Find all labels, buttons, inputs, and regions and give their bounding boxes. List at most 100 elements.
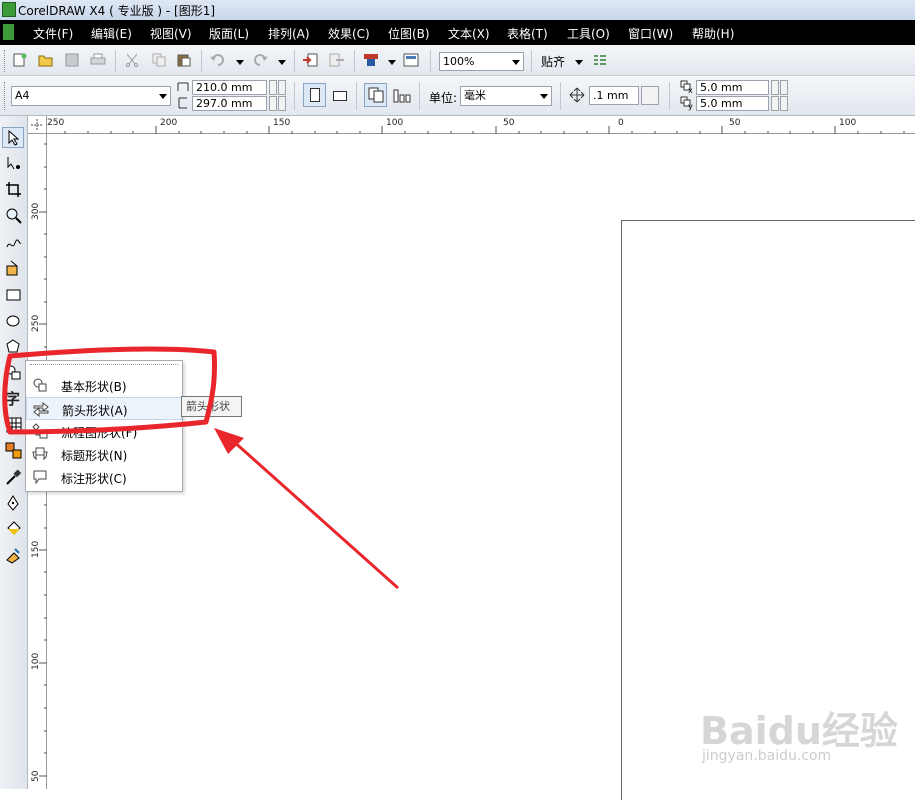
coreldraw-app-icon	[2, 2, 16, 17]
launcher-dropdown-chevron-icon[interactable]	[388, 60, 396, 65]
units-value: 毫米	[464, 89, 486, 102]
pick-tool-button[interactable]	[2, 127, 24, 148]
redo-icon[interactable]	[252, 53, 268, 67]
menu-arrange[interactable]: 排列(A)	[268, 25, 310, 42]
toolbar-separator	[531, 50, 532, 72]
paper-size-chevron-icon[interactable]	[159, 94, 167, 99]
import-icon[interactable]	[303, 53, 319, 67]
menu-layout[interactable]: 版面(L)	[209, 25, 249, 42]
window-title: CorelDRAW X4 ( 专业版 ) - [图形1]	[18, 4, 216, 18]
nudge-distance-field[interactable]: .1 mm	[589, 86, 639, 105]
page-height-spinner-up[interactable]	[278, 96, 286, 111]
page-width-field[interactable]: 210.0 mm	[192, 80, 267, 95]
page-height-icon	[178, 97, 187, 109]
toolbar-separator	[430, 50, 431, 72]
copy-icon[interactable]	[151, 53, 167, 67]
paste-icon[interactable]	[176, 53, 192, 67]
duplicate-x-field[interactable]: 5.0 mm	[696, 80, 769, 95]
new-document-icon[interactable]	[12, 53, 28, 67]
welcome-screen-icon[interactable]	[403, 53, 419, 67]
annotation-arrow-shaft	[231, 438, 399, 590]
ruler-top-label: 250	[47, 118, 65, 128]
export-icon[interactable]	[329, 53, 345, 67]
zoom-tool-icon[interactable]	[5, 207, 23, 225]
undo-dropdown-chevron-icon[interactable]	[236, 60, 244, 65]
application-launcher-icon[interactable]	[363, 53, 379, 67]
watermark-logo: Baidu经验	[700, 709, 898, 753]
annotation-arrowhead	[214, 428, 244, 454]
landscape-icon[interactable]	[333, 91, 347, 101]
ruler-left-label: 250	[31, 314, 41, 332]
current-page-icon[interactable]	[393, 87, 411, 103]
page-width-spinner-up[interactable]	[278, 80, 286, 95]
units-select[interactable]: 毫米	[460, 86, 552, 106]
paper-size-select[interactable]: A4	[11, 86, 171, 106]
redo-dropdown-chevron-icon[interactable]	[278, 60, 286, 65]
ruler-top-label: 200	[160, 118, 178, 128]
all-pages-icon	[368, 87, 384, 103]
property-separator	[560, 82, 561, 110]
snap-dropdown-chevron-icon[interactable]	[575, 60, 583, 65]
snap-to-button[interactable]: 贴齐	[541, 53, 565, 70]
toolbar-grip[interactable]	[4, 50, 7, 72]
page-width-icon	[177, 82, 189, 91]
duplicate-y-field[interactable]: 5.0 mm	[696, 96, 769, 111]
shape-tool-icon[interactable]	[5, 155, 23, 173]
menu-view[interactable]: 视图(V)	[150, 25, 192, 42]
cut-icon[interactable]	[124, 53, 140, 67]
menu-edit[interactable]: 编辑(E)	[91, 25, 132, 42]
title-bar: CorelDRAW X4 ( 专业版 ) - [图形1]	[0, 0, 915, 20]
duplicate-y-spinner[interactable]	[771, 96, 779, 111]
duplicate-x-subscript: x	[688, 86, 693, 95]
zoom-level-value: 100%	[443, 55, 475, 68]
ruler-left-label: 100	[31, 652, 41, 670]
menu-help[interactable]: 帮助(H)	[692, 25, 734, 42]
ruler-top-label: 150	[273, 118, 291, 128]
duplicate-x-spinner-up[interactable]	[780, 80, 788, 95]
menu-effects[interactable]: 效果(C)	[328, 25, 370, 42]
toolbar-separator	[201, 50, 202, 72]
property-separator	[294, 82, 295, 110]
duplicate-x-spinner[interactable]	[771, 80, 779, 95]
print-icon[interactable]	[90, 53, 106, 67]
nudge-distance-icon	[569, 87, 585, 103]
menu-tools[interactable]: 工具(O)	[567, 25, 610, 42]
ruler-top-label: 0	[618, 118, 624, 128]
units-chevron-icon[interactable]	[540, 94, 548, 99]
ruler-left-label: 50	[31, 770, 41, 782]
ruler-top-label: 50	[503, 118, 515, 128]
rectangle-tool-icon[interactable]	[5, 286, 23, 304]
menu-text[interactable]: 文本(X)	[448, 25, 490, 42]
toolbar-separator	[354, 50, 355, 72]
menu-window[interactable]: 窗口(W)	[628, 25, 673, 42]
save-icon[interactable]	[64, 53, 80, 67]
open-icon[interactable]	[38, 53, 54, 67]
options-icon[interactable]	[592, 53, 608, 67]
zoom-dropdown-chevron-icon[interactable]	[512, 60, 520, 65]
freehand-tool-icon[interactable]	[5, 233, 23, 251]
watermark-url: jingyan.baidu.com	[702, 748, 832, 764]
page-width-spinner[interactable]	[269, 80, 277, 95]
smart-fill-tool-icon[interactable]	[5, 259, 23, 277]
paper-size-value: A4	[15, 89, 30, 102]
all-pages-button[interactable]	[364, 83, 387, 107]
highlight-circle	[2, 346, 217, 435]
menu-bitmaps[interactable]: 位图(B)	[388, 25, 430, 42]
ruler-top-label: 100	[839, 118, 857, 128]
duplicate-y-spinner-up[interactable]	[780, 96, 788, 111]
page-height-spinner[interactable]	[269, 96, 277, 111]
toolbar-separator	[115, 50, 116, 72]
menu-table[interactable]: 表格(T)	[507, 25, 548, 42]
menu-file[interactable]: 文件(F)	[33, 25, 73, 42]
undo-icon[interactable]	[210, 53, 226, 67]
portrait-button[interactable]	[303, 83, 326, 107]
page-height-field[interactable]: 297.0 mm	[192, 96, 267, 111]
units-label: 单位:	[429, 91, 458, 105]
property-bar-grip[interactable]	[4, 82, 7, 110]
crop-tool-icon[interactable]	[5, 181, 23, 199]
ruler-top-label: 100	[386, 118, 404, 128]
nudge-spinner[interactable]	[641, 86, 659, 105]
ellipse-tool-icon[interactable]	[5, 312, 23, 330]
ruler-origin[interactable]	[28, 116, 47, 134]
duplicate-y-subscript: y	[688, 102, 693, 111]
